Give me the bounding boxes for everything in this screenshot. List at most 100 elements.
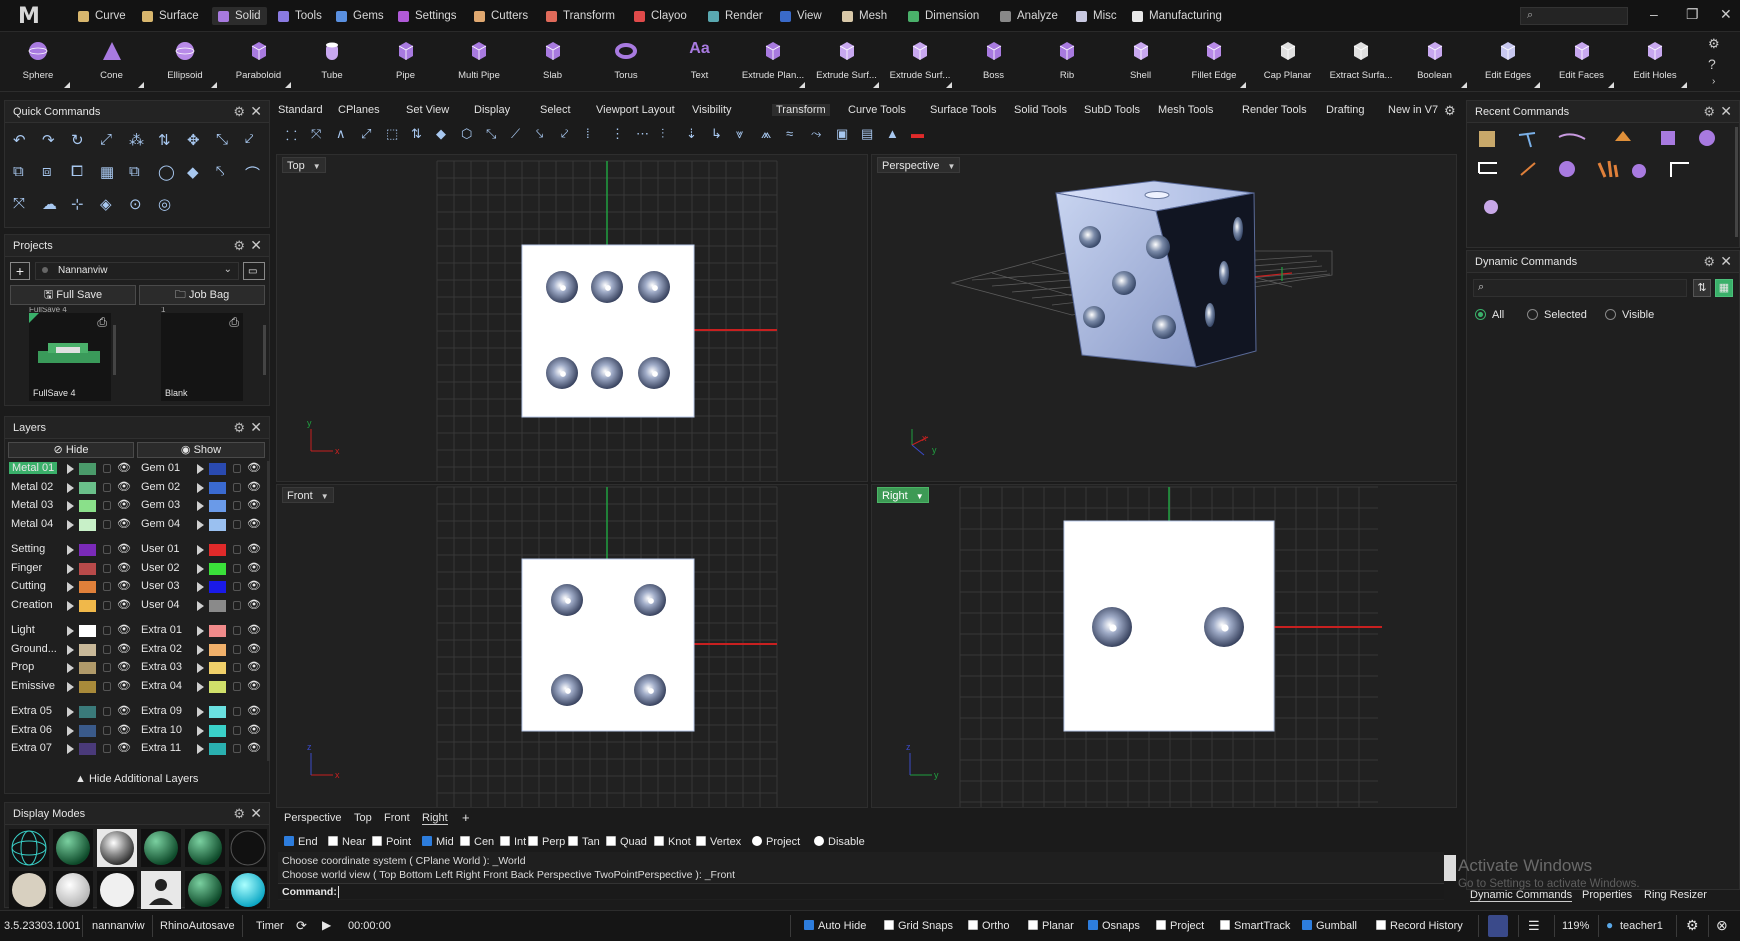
- lock-icon[interactable]: [103, 744, 111, 753]
- eye-icon[interactable]: 👁: [247, 542, 261, 555]
- edit-faces-button[interactable]: Edit Faces: [1546, 38, 1618, 90]
- layer-row[interactable]: Extra 06 👁: [7, 723, 135, 739]
- reset-icon[interactable]: ⟳: [296, 918, 307, 934]
- lock-icon[interactable]: [233, 626, 241, 635]
- cap-planar-button[interactable]: Cap Planar: [1252, 38, 1324, 90]
- thumb-scrollbar[interactable]: [113, 325, 116, 375]
- layer-row[interactable]: Metal 03 👁: [7, 498, 135, 514]
- osnap-point[interactable]: Point: [372, 836, 411, 848]
- checkbox[interactable]: [1302, 920, 1312, 930]
- checkbox[interactable]: [1028, 920, 1038, 930]
- right-viewport-label[interactable]: Right ▼: [877, 487, 929, 503]
- osnap-knot[interactable]: Knot: [654, 836, 691, 848]
- layer-color-swatch[interactable]: [209, 680, 226, 693]
- group-icon[interactable]: ⧉: [13, 163, 31, 181]
- right-tab-properties[interactable]: Properties: [1582, 889, 1632, 901]
- lock-icon[interactable]: [233, 501, 241, 510]
- osnap-near[interactable]: Near: [328, 836, 366, 848]
- viewport-tab-right[interactable]: Right: [422, 812, 448, 825]
- gumball-icon[interactable]: ⊹: [71, 195, 89, 213]
- transform-tool-23-icon[interactable]: ▣: [836, 126, 851, 141]
- checkbox[interactable]: [654, 836, 664, 846]
- lock-icon[interactable]: [103, 582, 111, 591]
- play-icon[interactable]: [197, 464, 204, 474]
- edit-edges-button[interactable]: Edit Edges: [1472, 38, 1544, 90]
- play-icon[interactable]: [67, 744, 74, 754]
- radio-button[interactable]: [1605, 309, 1616, 320]
- layer-row[interactable]: Extra 02 👁: [137, 642, 265, 658]
- layer-color-swatch[interactable]: [79, 724, 96, 737]
- play-icon[interactable]: [197, 681, 204, 692]
- layer-name[interactable]: Extra 11: [141, 742, 181, 754]
- boss-button[interactable]: Boss: [958, 38, 1030, 90]
- layer-color-swatch[interactable]: [79, 500, 96, 512]
- menu-tab-solid[interactable]: Solid: [212, 7, 267, 25]
- close-window-icon[interactable]: ✕: [1720, 6, 1732, 23]
- eye-icon[interactable]: 👁: [247, 642, 261, 655]
- layer-color-swatch[interactable]: [209, 518, 226, 531]
- grid-view-button[interactable]: ▦: [1715, 279, 1733, 297]
- expand-arrow-icon[interactable]: [284, 82, 291, 88]
- play-icon[interactable]: [67, 519, 74, 530]
- play-icon[interactable]: [67, 482, 74, 493]
- checkbox[interactable]: [460, 836, 470, 846]
- play-icon[interactable]: [67, 563, 74, 574]
- layer-name[interactable]: Ground...: [11, 643, 57, 655]
- folder-button[interactable]: ▭: [243, 262, 265, 280]
- transform-tool-26-icon[interactable]: ▬: [911, 126, 926, 141]
- play-icon[interactable]: [197, 519, 204, 530]
- toolbar-tab-subd-tools[interactable]: SubD Tools: [1084, 104, 1140, 116]
- play-icon[interactable]: [67, 626, 74, 636]
- record-history-toggle[interactable]: Record History: [1376, 920, 1463, 932]
- close-icon[interactable]: ✕: [1720, 103, 1732, 120]
- extrude-planar-button[interactable]: Extrude Plan...: [737, 38, 809, 90]
- layer-row[interactable]: Gem 01 👁: [137, 461, 265, 477]
- lock-icon[interactable]: [103, 663, 111, 672]
- recent-commands-icons[interactable]: [1475, 127, 1725, 247]
- play-icon[interactable]: [67, 545, 74, 555]
- transform-tool-16-icon[interactable]: ⫶: [661, 126, 676, 141]
- osnap-cen[interactable]: Cen: [460, 836, 494, 848]
- layer-color-swatch[interactable]: [209, 625, 226, 637]
- play-icon[interactable]: [197, 482, 204, 493]
- expand-arrow-icon[interactable]: [1240, 82, 1246, 88]
- toolbar-tab-cplanes[interactable]: CPlanes: [338, 104, 380, 116]
- layer-name[interactable]: Emissive: [11, 680, 55, 692]
- eye-icon[interactable]: 👁: [117, 517, 131, 530]
- menu-tab-clayoo[interactable]: Clayoo: [628, 7, 693, 25]
- play-icon[interactable]: [67, 600, 74, 611]
- layer-color-swatch[interactable]: [209, 662, 226, 674]
- expand-arrow-icon[interactable]: [872, 82, 879, 88]
- menu-tab-transform[interactable]: Transform: [540, 7, 621, 25]
- grid-snaps-toggle[interactable]: Grid Snaps: [884, 920, 953, 932]
- rotate-icon[interactable]: ↻: [71, 131, 89, 149]
- lock-icon[interactable]: [103, 563, 111, 573]
- layer-color-swatch[interactable]: [79, 625, 96, 637]
- project-thumb-1[interactable]: ⎙ FullSave 4: [29, 313, 111, 401]
- auto-hide-toggle[interactable]: Auto Hide: [804, 920, 866, 932]
- filter-visible-radio[interactable]: Visible: [1605, 309, 1654, 321]
- layer-row[interactable]: Finger 👁: [7, 561, 135, 577]
- lock-icon[interactable]: [103, 725, 111, 735]
- toolbar-tab-set-view[interactable]: Set View: [406, 104, 449, 116]
- play-icon[interactable]: [67, 725, 74, 736]
- toolbar-tab-new-in-v7[interactable]: New in V7: [1388, 104, 1438, 116]
- add-project-button[interactable]: +: [10, 262, 30, 280]
- toolbar-tab-mesh-tools[interactable]: Mesh Tools: [1158, 104, 1213, 116]
- layer-name[interactable]: Extra 10: [141, 724, 182, 736]
- menu-tab-analyze[interactable]: Analyze: [994, 7, 1064, 25]
- layer-row[interactable]: Gem 02 👁: [137, 480, 265, 496]
- expand-arrow-icon[interactable]: [211, 82, 217, 88]
- sphere-icon[interactable]: ◎: [158, 195, 176, 213]
- layer-row[interactable]: Creation 👁: [7, 598, 135, 614]
- tube-button[interactable]: Tube: [296, 38, 368, 90]
- layer-color-swatch[interactable]: [209, 599, 226, 612]
- layer-name[interactable]: User 01: [141, 543, 180, 555]
- thumb-scrollbar-2[interactable]: [263, 325, 266, 375]
- project-toggle[interactable]: Project: [1156, 920, 1204, 932]
- hide-layers-button[interactable]: ⊘ Hide: [8, 442, 134, 458]
- layer-color-swatch[interactable]: [79, 463, 96, 475]
- close-icon[interactable]: ✕: [250, 237, 262, 254]
- layer-name[interactable]: Prop: [11, 661, 34, 673]
- menu-tab-manufacturing[interactable]: Manufacturing: [1126, 7, 1228, 25]
